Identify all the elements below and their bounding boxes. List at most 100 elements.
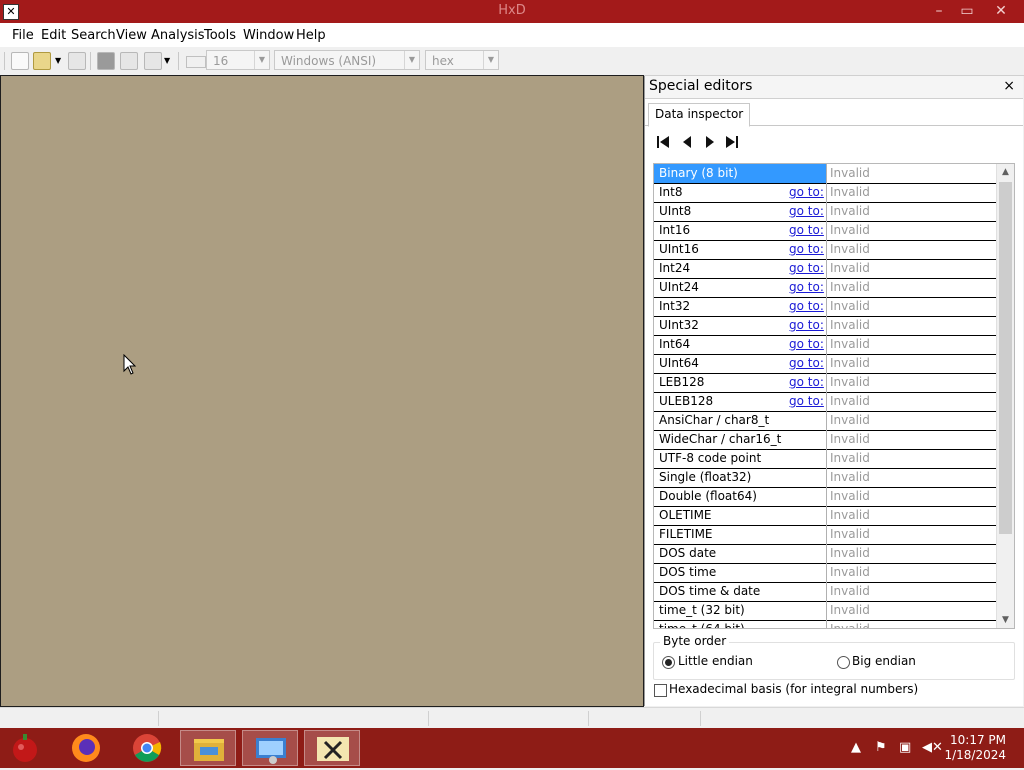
- row-value[interactable]: Invalid: [826, 506, 996, 524]
- scroll-down-icon[interactable]: ▼: [997, 612, 1014, 628]
- panel-close-button[interactable]: ×: [1003, 78, 1015, 94]
- row-value[interactable]: Invalid: [826, 221, 996, 239]
- table-row[interactable]: LEB128 go to: Invalid: [654, 373, 996, 393]
- goto-link[interactable]: go to:: [789, 354, 824, 372]
- menu-view[interactable]: View: [116, 28, 147, 43]
- table-row[interactable]: Double (float64) Invalid: [654, 487, 996, 507]
- table-row[interactable]: Binary (8 bit) Invalid: [654, 164, 996, 184]
- hxd-icon[interactable]: [304, 730, 360, 766]
- menu-search[interactable]: Search: [71, 28, 116, 43]
- row-value[interactable]: Invalid: [826, 468, 996, 486]
- system-clock[interactable]: 10:17 PM 1/18/2024: [944, 733, 1006, 763]
- menu-file[interactable]: File: [12, 28, 34, 43]
- big-endian-radio[interactable]: [837, 656, 850, 669]
- scroll-thumb[interactable]: [999, 182, 1012, 534]
- goto-link[interactable]: go to:: [789, 183, 824, 201]
- hex-basis-checkbox[interactable]: [654, 684, 667, 697]
- row-value[interactable]: Invalid: [826, 354, 996, 372]
- row-value[interactable]: Invalid: [826, 525, 996, 543]
- table-row[interactable]: UInt24 go to: Invalid: [654, 278, 996, 298]
- row-value[interactable]: Invalid: [826, 278, 996, 296]
- offset-base-select[interactable]: hex ▼: [425, 50, 499, 70]
- menu-analysis[interactable]: Analysis: [151, 28, 205, 43]
- table-row[interactable]: time_t (64 bit) Invalid: [654, 620, 996, 628]
- row-value[interactable]: Invalid: [826, 335, 996, 353]
- control-panel-icon[interactable]: [242, 730, 298, 766]
- firefox-icon[interactable]: [58, 730, 114, 766]
- table-row[interactable]: DOS time & date Invalid: [654, 582, 996, 602]
- table-row[interactable]: UTF-8 code point Invalid: [654, 449, 996, 469]
- row-value[interactable]: Invalid: [826, 373, 996, 391]
- show-hidden-icons-icon[interactable]: ▲: [851, 740, 861, 755]
- row-value[interactable]: Invalid: [826, 164, 996, 182]
- row-value[interactable]: Invalid: [826, 582, 996, 600]
- table-row[interactable]: AnsiChar / char8_t Invalid: [654, 411, 996, 431]
- table-row[interactable]: FILETIME Invalid: [654, 525, 996, 545]
- previous-icon[interactable]: [679, 134, 697, 150]
- charset-select[interactable]: Windows (ANSI) ▼: [274, 50, 420, 70]
- open-file-icon[interactable]: [33, 52, 51, 70]
- title-bar[interactable]: ✕ HxD – ▭ ✕: [0, 0, 1024, 23]
- row-value[interactable]: Invalid: [826, 240, 996, 258]
- bytes-per-row-select[interactable]: 16 ▼: [206, 50, 270, 70]
- next-icon[interactable]: [701, 134, 719, 150]
- tools-icon[interactable]: [144, 52, 162, 70]
- row-value[interactable]: Invalid: [826, 563, 996, 581]
- table-row[interactable]: Int24 go to: Invalid: [654, 259, 996, 279]
- row-value[interactable]: Invalid: [826, 411, 996, 429]
- menu-window[interactable]: Window: [243, 28, 294, 43]
- table-row[interactable]: Single (float32) Invalid: [654, 468, 996, 488]
- tab-data-inspector[interactable]: Data inspector: [648, 103, 751, 127]
- table-row[interactable]: time_t (32 bit) Invalid: [654, 601, 996, 621]
- row-value[interactable]: Invalid: [826, 316, 996, 334]
- table-row[interactable]: UInt8 go to: Invalid: [654, 202, 996, 222]
- big-endian-label[interactable]: Big endian: [852, 654, 916, 668]
- close-button[interactable]: ✕: [984, 0, 1018, 23]
- row-value[interactable]: Invalid: [826, 449, 996, 467]
- goto-link[interactable]: go to:: [789, 278, 824, 296]
- grid-scrollbar[interactable]: ▲ ▼: [996, 164, 1014, 628]
- goto-link[interactable]: go to:: [789, 316, 824, 334]
- table-row[interactable]: UInt64 go to: Invalid: [654, 354, 996, 374]
- new-file-icon[interactable]: [11, 52, 29, 70]
- row-value[interactable]: Invalid: [826, 544, 996, 562]
- save-icon[interactable]: [68, 52, 86, 70]
- open-dropdown-icon[interactable]: ▼: [55, 56, 61, 65]
- row-value[interactable]: Invalid: [826, 430, 996, 448]
- table-row[interactable]: DOS date Invalid: [654, 544, 996, 564]
- last-icon[interactable]: [723, 134, 741, 150]
- table-row[interactable]: ULEB128 go to: Invalid: [654, 392, 996, 412]
- volume-muted-icon[interactable]: ◀✕: [922, 740, 943, 755]
- export-icon[interactable]: [120, 52, 138, 70]
- row-value[interactable]: Invalid: [826, 601, 996, 619]
- action-center-flag-icon[interactable]: ⚑: [875, 740, 887, 755]
- menu-tools[interactable]: Tools: [204, 28, 236, 43]
- chrome-icon[interactable]: [119, 730, 175, 766]
- table-row[interactable]: Int16 go to: Invalid: [654, 221, 996, 241]
- first-icon[interactable]: [655, 134, 673, 150]
- table-row[interactable]: Int64 go to: Invalid: [654, 335, 996, 355]
- row-value[interactable]: Invalid: [826, 487, 996, 505]
- network-icon[interactable]: ▣: [899, 740, 911, 755]
- table-row[interactable]: DOS time Invalid: [654, 563, 996, 583]
- goto-link[interactable]: go to:: [789, 240, 824, 258]
- little-endian-label[interactable]: Little endian: [678, 654, 753, 668]
- ruby-icon[interactable]: [0, 730, 50, 766]
- goto-link[interactable]: go to:: [789, 392, 824, 410]
- goto-link[interactable]: go to:: [789, 221, 824, 239]
- table-row[interactable]: OLETIME Invalid: [654, 506, 996, 526]
- scroll-up-icon[interactable]: ▲: [997, 164, 1014, 180]
- row-value[interactable]: Invalid: [826, 259, 996, 277]
- print-icon[interactable]: [97, 52, 115, 70]
- table-row[interactable]: UInt16 go to: Invalid: [654, 240, 996, 260]
- menu-help[interactable]: Help: [296, 28, 326, 43]
- file-explorer-icon[interactable]: [180, 730, 236, 766]
- tools-dropdown-icon[interactable]: ▼: [164, 56, 170, 65]
- data-inspector-grid[interactable]: Binary (8 bit) Invalid Int8 go to: Invalid UI…: [653, 163, 1015, 629]
- editor-area[interactable]: [0, 75, 644, 707]
- row-value[interactable]: Invalid: [826, 392, 996, 410]
- goto-link[interactable]: go to:: [789, 202, 824, 220]
- table-row[interactable]: Int32 go to: Invalid: [654, 297, 996, 317]
- goto-link[interactable]: go to:: [789, 373, 824, 391]
- goto-link[interactable]: go to:: [789, 335, 824, 353]
